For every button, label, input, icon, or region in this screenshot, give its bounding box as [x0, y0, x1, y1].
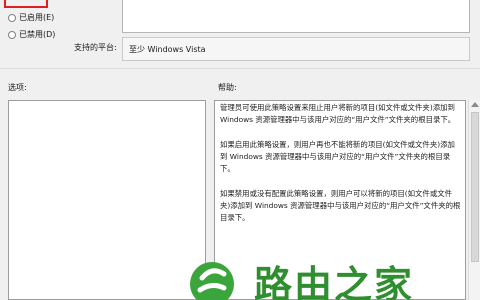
- help-paragraph-3: 如果禁用或没有配置此策略设置，则用户可以将新的项目(如文件或文件夹)添加到 Wi…: [220, 189, 461, 222]
- help-paragraph-2: 如果启用此策略设置，则用户再也不能将新的项目(如文件或文件夹)添加到 Windo…: [220, 140, 455, 173]
- enabled-option[interactable]: 已启用(E): [8, 12, 54, 23]
- scroll-thumb[interactable]: [471, 112, 479, 262]
- watermark-text: 路由之家: [254, 262, 415, 300]
- options-label: 选项:: [8, 83, 27, 92]
- platform-value: 至少 Windows Vista: [129, 45, 206, 54]
- router-logo-icon: [190, 262, 234, 300]
- enabled-label: 已启用(E): [19, 13, 55, 22]
- disabled-radio[interactable]: [8, 30, 16, 39]
- watermark: 路由之家: [168, 248, 480, 300]
- comment-textbox[interactable]: [122, 0, 470, 33]
- policy-settings-window: 已启用(E) 已禁用(D) 支持的平台: 至少 Windows Vista 选项…: [0, 0, 480, 300]
- highlight-box: [4, 0, 48, 8]
- divider: [0, 68, 480, 69]
- scroll-up-icon[interactable]: [471, 102, 479, 107]
- help-label: 帮助:: [218, 83, 237, 92]
- platform-field: 至少 Windows Vista: [122, 37, 470, 61]
- disabled-option[interactable]: 已禁用(D): [8, 29, 55, 40]
- platform-label: 支持的平台:: [74, 43, 117, 52]
- disabled-label: 已禁用(D): [19, 30, 56, 39]
- enabled-radio[interactable]: [8, 13, 16, 22]
- help-paragraph-1: 管理员可使用此策略设置来阻止用户将新的项目(如文件或文件夹)添加到 Window…: [220, 103, 456, 124]
